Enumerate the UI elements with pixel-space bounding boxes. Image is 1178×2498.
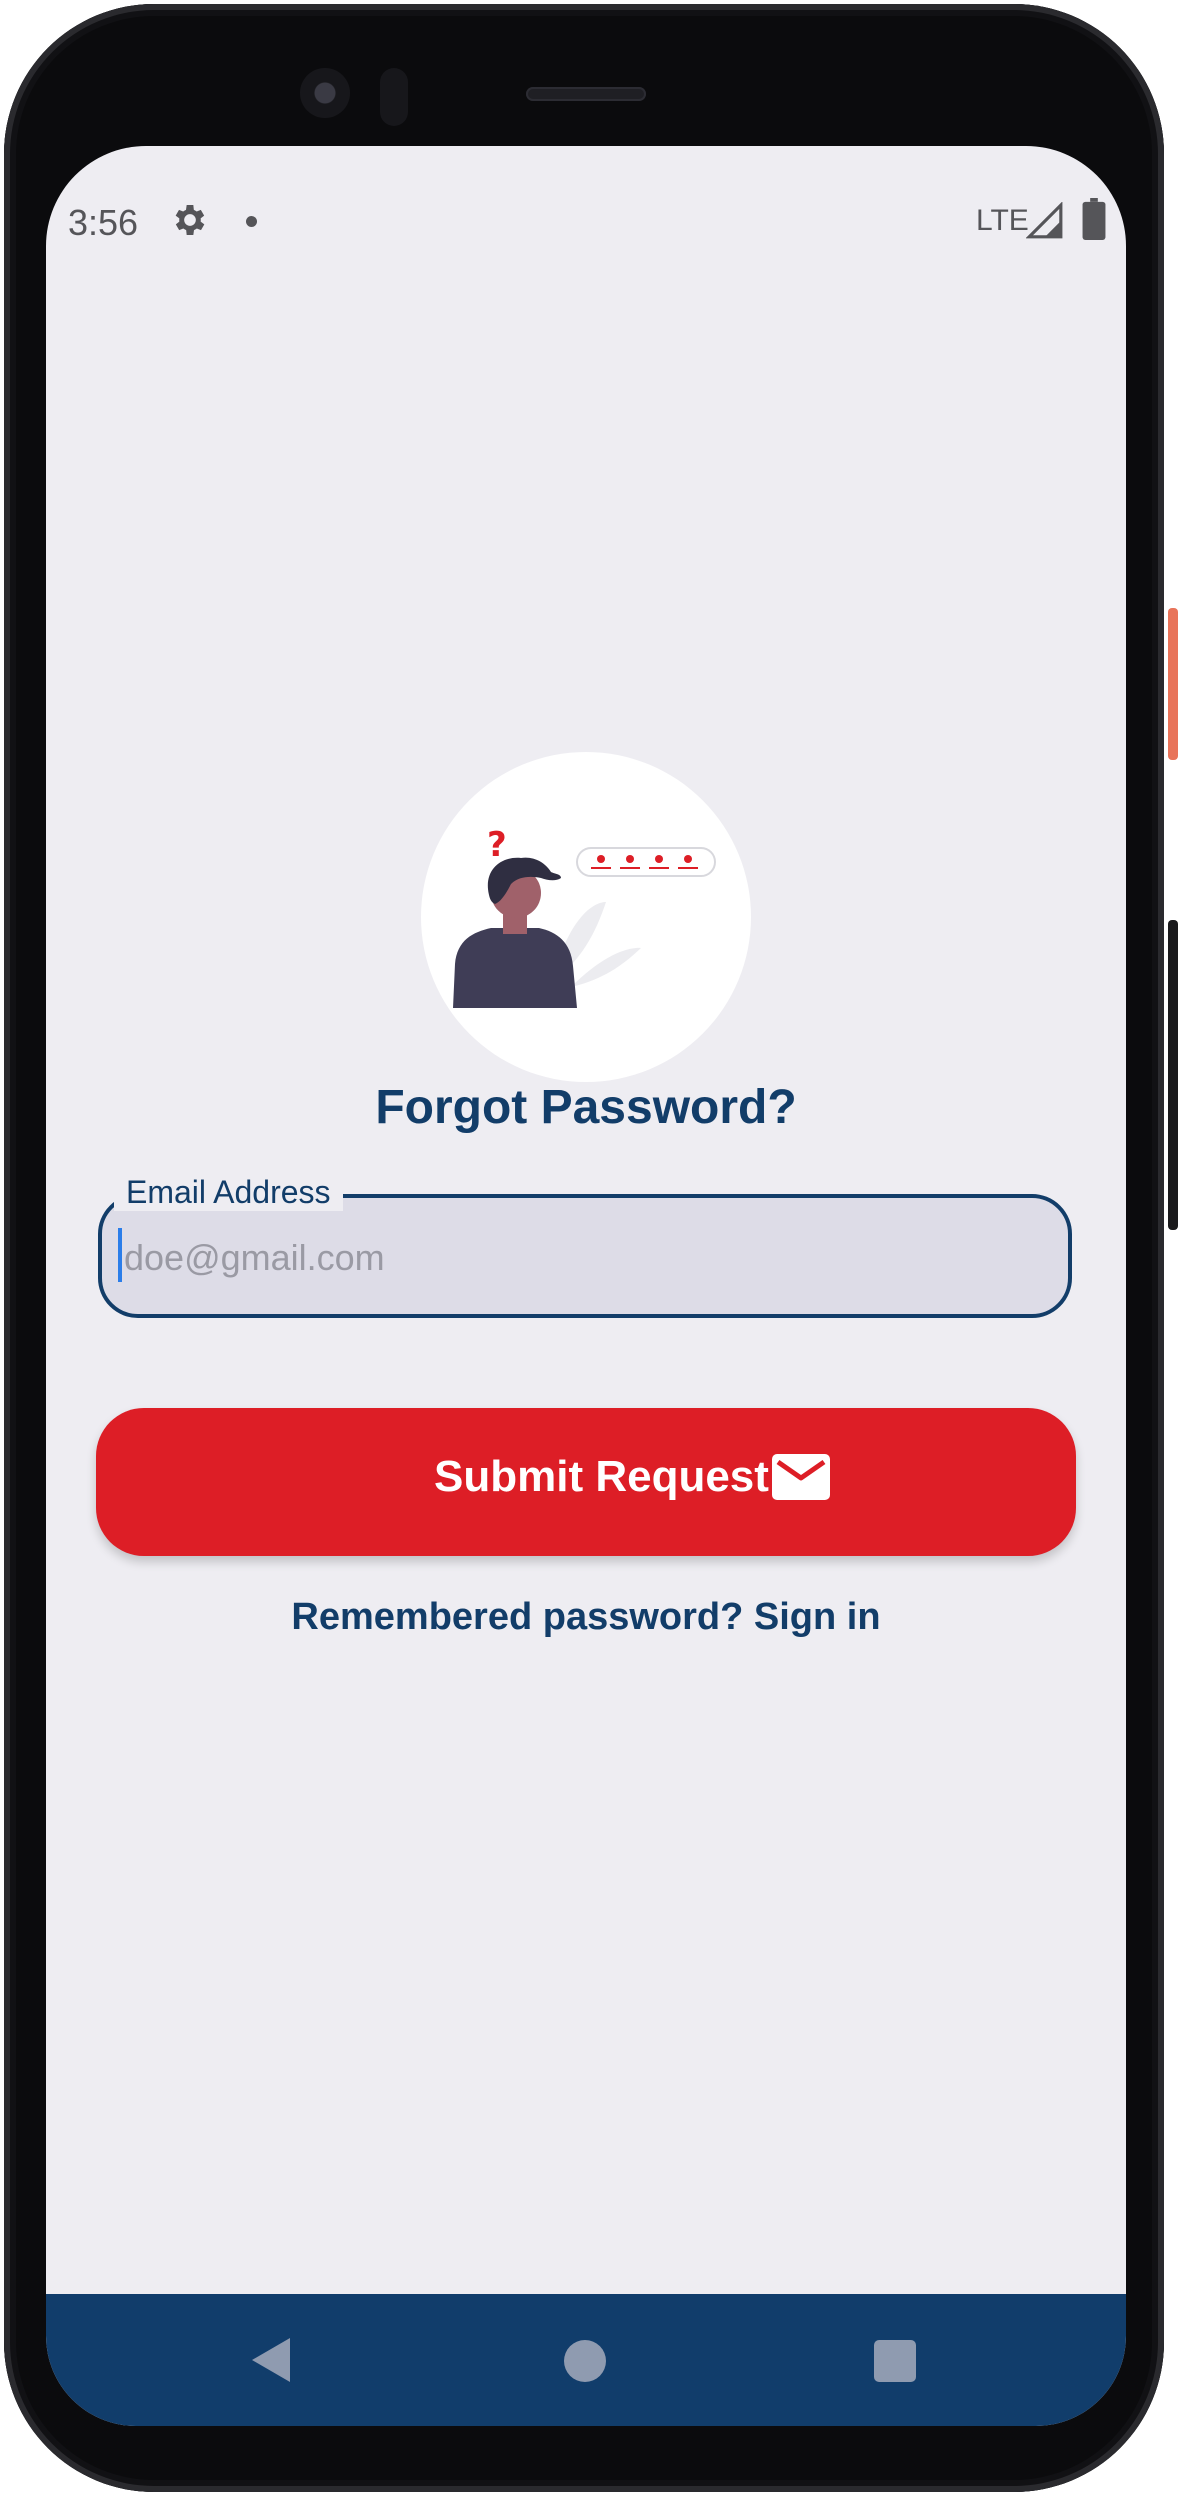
network-type: LTE: [976, 204, 1029, 237]
notification-dot-icon: [246, 216, 257, 227]
volume-button: [1168, 920, 1178, 1230]
front-camera: [300, 68, 350, 118]
recents-icon[interactable]: [874, 2340, 916, 2382]
proximity-sensor: [380, 68, 408, 126]
svg-text:?: ?: [487, 825, 507, 865]
signal-icon: [1026, 202, 1063, 239]
home-icon[interactable]: [564, 2340, 606, 2382]
back-icon[interactable]: [250, 2336, 292, 2384]
mail-icon: [772, 1454, 830, 1500]
earpiece-speaker: [526, 87, 646, 101]
status-time: 3:56: [68, 202, 139, 243]
app-screen: 3:56 LTE ? Forgot Password? Email Addres…: [46, 146, 1126, 2426]
forgot-password-person-illustration: ?: [453, 825, 716, 1008]
status-bar: 3:56 LTE: [46, 186, 1126, 266]
power-button: [1168, 608, 1178, 760]
email-input[interactable]: [118, 1228, 1054, 1288]
gear-icon: [175, 205, 205, 235]
text-caret: [118, 1228, 122, 1282]
page-title: Forgot Password?: [375, 1081, 797, 1134]
submit-button-label: Submit Request: [434, 1452, 769, 1501]
battery-icon: [1082, 198, 1106, 240]
email-field-label: Email Address: [114, 1174, 343, 1211]
submit-request-button[interactable]: Submit Request: [96, 1408, 1076, 1556]
navigation-bar: [46, 2294, 1126, 2426]
sign-in-link[interactable]: Remembered password? Sign in: [46, 1596, 1126, 1639]
